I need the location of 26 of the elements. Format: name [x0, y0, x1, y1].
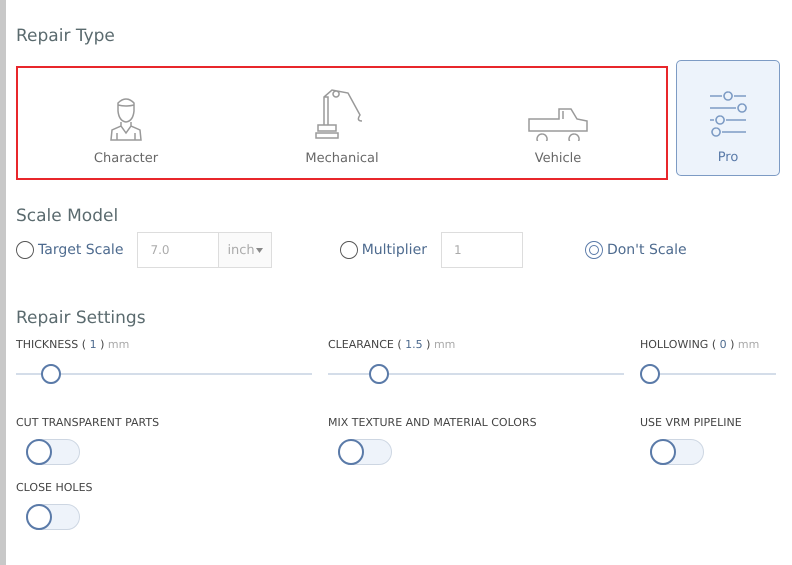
repair-type-option[interactable]: Vehicle	[450, 68, 666, 178]
toggle-label: MIX TEXTURE AND MATERIAL COLORS	[328, 416, 538, 429]
target-scale-field[interactable]: 7.0	[137, 232, 220, 268]
toggle-label: CUT TRANSPARENT PARTS	[16, 416, 160, 429]
section-title: Repair Type	[16, 26, 116, 46]
slider-thumb[interactable]	[640, 364, 660, 384]
repair-type-option[interactable]: Mechanical	[234, 68, 450, 178]
section-title: Scale Model	[16, 206, 120, 226]
caret-icon	[256, 248, 263, 252]
toggle-switch[interactable]	[26, 504, 80, 530]
toggle-label: CLOSE HOLES	[16, 481, 94, 494]
pickup-truck-icon	[527, 107, 589, 141]
repair-type-option[interactable]: Character	[18, 68, 234, 178]
repair-type-option[interactable]: Pro	[676, 60, 780, 176]
slider-label: THICKNESS ( 1 ) mm	[16, 338, 130, 351]
slider-thumb[interactable]	[369, 364, 390, 384]
section-title: Repair Settings	[16, 308, 147, 328]
toggle-switch[interactable]	[650, 439, 704, 465]
toggle-switch[interactable]	[26, 439, 80, 465]
multiplier-radio[interactable]: Multiplier	[340, 241, 427, 259]
slider-thumb[interactable]	[40, 364, 61, 384]
toggle-label: USE VRM PIPELINE	[640, 416, 743, 429]
multiplier-field[interactable]: 1	[440, 232, 523, 268]
slider-label: CLEARANCE ( 1.5 ) mm	[328, 338, 456, 351]
slider-label: HOLLOWING ( 0 ) mm	[640, 338, 760, 351]
toggle-switch[interactable]	[338, 439, 392, 465]
